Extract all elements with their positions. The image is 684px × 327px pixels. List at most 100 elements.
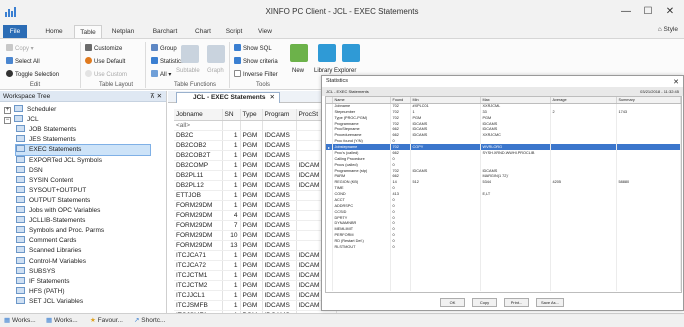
column-header-sn[interactable]: SN [222,109,241,121]
footer-tab-favourites[interactable]: ★ Favour... [90,316,123,324]
tree-item[interactable]: JOB Statements [16,125,150,135]
stat-cell [410,285,481,291]
table-cell: ITCJJCL1 [174,290,223,301]
show-sql-button[interactable]: Show SQL [234,44,272,53]
tree-item[interactable]: Control-M Variables [16,256,150,267]
footer-tab-workspace-1[interactable]: ▦ Works... [4,316,36,324]
tab-barchart[interactable]: Barchart [148,25,182,38]
copy-stats-button[interactable]: Copy [472,298,497,307]
expand-icon[interactable]: + [4,107,11,114]
table-row[interactable]: FORM29DM 1 PGM IDCAMS [174,200,337,211]
tree-item[interactable]: SYSIN Content [16,175,150,186]
tree-item[interactable]: SUBSYS [16,266,150,277]
statistics-button[interactable]: Statistics [151,57,184,66]
tree-item[interactable]: − JCL [4,115,150,125]
style-menu[interactable]: ⌂ Style [658,26,678,33]
tab-home[interactable]: Home [42,25,66,38]
save-as-button[interactable]: Save As... [536,298,564,307]
graph-button[interactable]: Graph [207,67,224,76]
table-row[interactable]: DB2COB2T 1 PGM IDCAMS [174,150,337,161]
table-row[interactable]: DB2PL11 1 PGM IDCAMS IDCAM [174,170,337,181]
table-row[interactable]: ETTJOB 1 PGM IDCAMS [174,190,337,201]
close-window-button[interactable]: ✕ [656,3,684,20]
tree-item[interactable]: JCLLIB-Statements [16,216,150,226]
tree-item[interactable]: DSN [16,165,150,176]
customize-icon [85,44,92,51]
tree-item-label: JES Statements [29,136,76,144]
table-cell: 10 [222,230,241,241]
toggle-selection-button[interactable]: Toggle Selection [6,70,59,79]
column-header-type[interactable]: Type [240,109,263,121]
pin-close-icon[interactable]: ⊼ ✕ [150,91,162,102]
window-title: XINFO PC Client - JCL - EXEC Statements [265,7,419,16]
tab-netplan[interactable]: Netplan [108,25,138,38]
new-icon [290,44,308,62]
explorer-icon [342,44,360,62]
tree-item[interactable]: Symbols and Proc. Parms [16,226,150,236]
close-tab-icon[interactable]: ✕ [270,93,275,103]
table-row[interactable]: ITCJSMFB 1 PGM IDCAMS IDCAM [174,300,337,311]
tree-item[interactable]: Scanned Libraries [16,246,150,256]
table-row[interactable]: ITCJSMF11PGMIDCAMS [174,310,337,313]
tree-item[interactable]: EXPORTed JCL Symbols [16,155,150,166]
tree-item[interactable]: SET JCL Variables [16,296,150,307]
table-row[interactable]: FORM29DM 10 PGM IDCAMS [174,230,337,241]
footer-tab-workspace-2[interactable]: ▦ Works... [46,316,78,324]
print-button[interactable]: Print... [504,298,529,307]
filter-cell-jobname[interactable]: <all> [174,120,223,131]
inverse-filter-button[interactable]: Inverse Filter [234,70,278,79]
table-row[interactable]: ITCJCTM1 1 PGM IDCAMS IDCAM [174,270,337,281]
new-button[interactable]: New [292,67,304,76]
copy-button[interactable]: Copy ▾ [6,44,34,53]
table-row[interactable]: DB2COB2 1 PGM IDCAMS [174,140,337,151]
tree-item[interactable]: JES Statements [16,135,150,145]
tab-chart[interactable]: Chart [191,25,215,38]
use-custom-button[interactable]: Use Custom [85,70,127,79]
tab-table[interactable]: Table [74,25,102,38]
tree-item[interactable]: + Scheduler [4,105,150,115]
subtable-button[interactable]: Subtable [176,67,200,76]
collapse-icon[interactable]: − [4,117,11,125]
ok-button[interactable]: OK [440,298,465,307]
show-criteria-button[interactable]: Show criteria [234,57,278,66]
filter-cell[interactable] [222,120,241,131]
table-icon [16,206,25,213]
table-icon [16,226,25,234]
tree-item[interactable]: Comment Cards [16,236,150,246]
tree-item[interactable]: Jobs with OPC Variables [16,206,150,216]
filter-cell[interactable] [240,120,263,131]
customize-button[interactable]: Customize [85,44,122,53]
column-header-jobname[interactable]: Jobname [174,109,223,121]
table-row[interactable]: DB2C 1 PGM IDCAMS [174,130,337,141]
tree-item[interactable]: IF Statements [16,276,150,287]
table-cell: ITCJSMFB [174,300,223,311]
tree-item[interactable]: EXEC Statements [15,144,151,157]
tab-view[interactable]: View [253,25,277,38]
table-row[interactable]: FORM29DM 4 PGM IDCAMS [174,210,337,221]
table-cell: 1 [222,160,241,171]
tree-item[interactable]: OUTPUT Statements [16,195,150,206]
tab-jcl-exec-statements[interactable]: JCL - EXEC Statements ✕ [176,92,280,103]
tab-script[interactable]: Script [222,25,246,38]
table-row[interactable]: FORM29DM 7 PGM IDCAMS [174,220,337,231]
use-default-button[interactable]: Use Default [85,57,125,66]
table-row[interactable]: ITCJCA71 1 PGM IDCAMS IDCAM [174,250,337,261]
tree-item-label: SUBSYS [29,267,56,275]
table-row[interactable]: ITCJCA72 1 PGM IDCAMS IDCAM [174,260,337,271]
filter-cell[interactable] [262,120,297,131]
footer-tab-shortcuts[interactable]: ↗ Shortc... [134,316,165,324]
all-button[interactable]: All ▾ [151,70,171,79]
tab-file[interactable]: File [3,25,27,38]
tree-item[interactable]: HFS (PATH) [16,286,150,297]
table-cell: 4 [222,210,241,221]
table-row[interactable]: FORM29DM 13 PGM IDCAMS [174,240,337,251]
table-row[interactable]: ITCJCTM2 1 PGM IDCAMS IDCAM [174,280,337,291]
tree-item[interactable]: SYSOUT+OUTPUT [16,185,150,196]
column-header-program[interactable]: Program [262,109,297,121]
table-row[interactable]: DB2PL12 1 PGM IDCAMS IDCAM [174,180,337,191]
stat-row[interactable] [326,285,681,291]
table-row[interactable]: DB2COMP 1 PGM IDCAMS IDCAM [174,160,337,171]
select-all-button[interactable]: Select All [6,57,40,66]
table-row[interactable]: ITCJJCL1 1 PGM IDCAMS IDCAM [174,290,337,301]
group-button[interactable]: Group [151,44,177,53]
